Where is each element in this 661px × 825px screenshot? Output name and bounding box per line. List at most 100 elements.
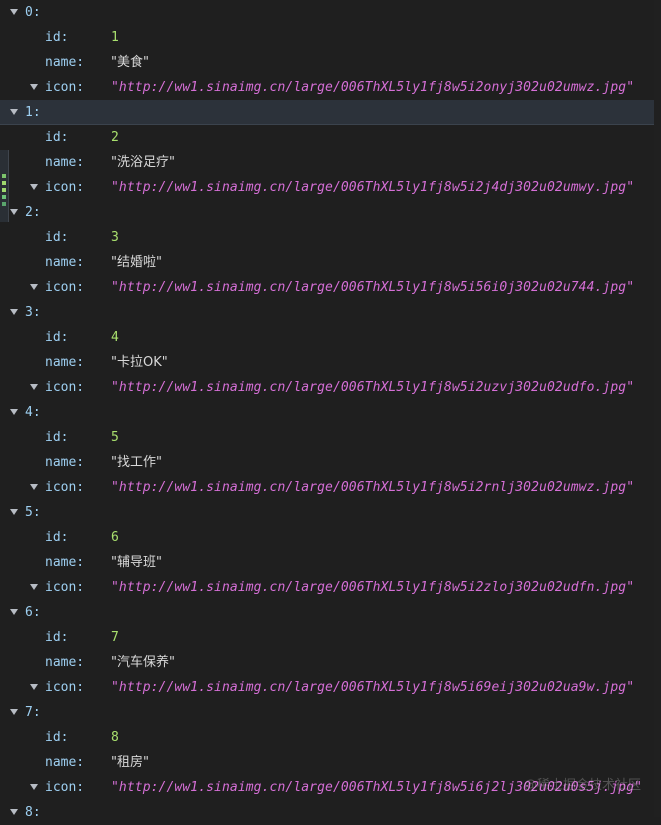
expand-triangle-icon[interactable] <box>30 84 38 90</box>
property-key-icon: icon: <box>45 180 85 195</box>
property-value-icon-url[interactable]: "http://ww1.sinaimg.cn/large/006ThXL5ly1… <box>111 375 634 400</box>
expand-triangle-icon[interactable] <box>10 809 18 815</box>
property-row-icon[interactable]: icon: "http://ww1.sinaimg.cn/large/006Th… <box>0 275 661 300</box>
property-value-icon-url[interactable]: "http://ww1.sinaimg.cn/large/006ThXL5ly1… <box>111 475 634 500</box>
property-value-id: 8 <box>111 730 119 745</box>
property-row-icon[interactable]: icon: "http://ww1.sinaimg.cn/large/006Th… <box>0 175 661 200</box>
property-value-id: 4 <box>111 330 119 345</box>
property-key-id: id: <box>45 430 69 445</box>
json-viewer: 0: id: 1 name: "美食" icon: "http://ww1.si… <box>0 0 661 820</box>
property-key-id: id: <box>45 730 69 745</box>
property-row-name: name: "租房" <box>0 750 661 775</box>
array-index: 4: <box>25 405 41 420</box>
expand-triangle-icon[interactable] <box>30 684 38 690</box>
property-row-name: name: "洗浴足疗" <box>0 150 661 175</box>
property-value-name: "卡拉OK" <box>111 355 168 370</box>
scrollbar-thumb[interactable] <box>654 0 661 817</box>
expand-triangle-icon[interactable] <box>10 309 18 315</box>
property-key-id: id: <box>45 230 69 245</box>
array-item-0-row[interactable]: 0: <box>0 0 661 25</box>
expand-triangle-icon[interactable] <box>10 609 18 615</box>
property-key-icon: icon: <box>45 280 85 295</box>
property-key-id: id: <box>45 530 69 545</box>
property-key-icon: icon: <box>45 680 85 695</box>
property-value-icon-url[interactable]: "http://ww1.sinaimg.cn/large/006ThXL5ly1… <box>111 75 634 100</box>
property-row-name: name: "卡拉OK" <box>0 350 661 375</box>
property-row-id: id: 3 <box>0 225 661 250</box>
property-value-icon-url[interactable]: "http://ww1.sinaimg.cn/large/006ThXL5ly1… <box>111 275 634 300</box>
array-index: 8: <box>25 805 41 820</box>
array-item-7-row[interactable]: 7: <box>0 700 661 725</box>
property-row-icon[interactable]: icon: "http://ww1.sinaimg.cn/large/006Th… <box>0 75 661 100</box>
property-key-icon: icon: <box>45 80 85 95</box>
property-key-name: name: <box>45 755 85 770</box>
array-index: 3: <box>25 305 41 320</box>
property-value-icon-url[interactable]: "http://ww1.sinaimg.cn/large/006ThXL5ly1… <box>111 575 634 600</box>
property-row-name: name: "美食" <box>0 50 661 75</box>
property-row-id: id: 5 <box>0 425 661 450</box>
array-item-6-row[interactable]: 6: <box>0 600 661 625</box>
property-row-icon[interactable]: icon: "http://ww1.sinaimg.cn/large/006Th… <box>0 475 661 500</box>
property-row-id: id: 4 <box>0 325 661 350</box>
expand-triangle-icon[interactable] <box>10 109 18 115</box>
array-item-8-row[interactable]: 8: <box>0 800 661 825</box>
property-row-id: id: 1 <box>0 25 661 50</box>
vertical-scrollbar[interactable] <box>654 0 661 817</box>
expand-triangle-icon[interactable] <box>10 9 18 15</box>
property-key-name: name: <box>45 55 85 70</box>
array-item-3-row[interactable]: 3: <box>0 300 661 325</box>
array-index: 2: <box>25 205 41 220</box>
property-key-name: name: <box>45 155 85 170</box>
expand-triangle-icon[interactable] <box>10 209 18 215</box>
property-value-name: "美食" <box>111 55 149 70</box>
property-row-id: id: 2 <box>0 125 661 150</box>
property-row-icon[interactable]: icon: "http://ww1.sinaimg.cn/large/006Th… <box>0 675 661 700</box>
array-index: 5: <box>25 505 41 520</box>
expand-triangle-icon[interactable] <box>30 484 38 490</box>
property-value-icon-url[interactable]: "http://ww1.sinaimg.cn/large/006ThXL5ly1… <box>111 775 642 800</box>
expand-triangle-icon[interactable] <box>30 184 38 190</box>
expand-triangle-icon[interactable] <box>10 409 18 415</box>
property-key-name: name: <box>45 355 85 370</box>
property-key-icon: icon: <box>45 780 85 795</box>
property-value-id: 6 <box>111 530 119 545</box>
property-key-id: id: <box>45 30 69 45</box>
array-index: 6: <box>25 605 41 620</box>
property-value-name: "汽车保养" <box>111 655 175 670</box>
property-row-name: name: "汽车保养" <box>0 650 661 675</box>
array-item-2-row[interactable]: 2: <box>0 200 661 225</box>
array-item-5-row[interactable]: 5: <box>0 500 661 525</box>
expand-triangle-icon[interactable] <box>30 284 38 290</box>
property-value-icon-url[interactable]: "http://ww1.sinaimg.cn/large/006ThXL5ly1… <box>111 675 634 700</box>
property-value-id: 5 <box>111 430 119 445</box>
property-row-name: name: "找工作" <box>0 450 661 475</box>
property-value-id: 3 <box>111 230 119 245</box>
property-row-icon[interactable]: icon: "http://ww1.sinaimg.cn/large/006Th… <box>0 375 661 400</box>
property-value-icon-url[interactable]: "http://ww1.sinaimg.cn/large/006ThXL5ly1… <box>111 175 634 200</box>
property-key-icon: icon: <box>45 580 85 595</box>
property-key-name: name: <box>45 455 85 470</box>
property-value-id: 2 <box>111 130 119 145</box>
property-key-id: id: <box>45 330 69 345</box>
property-key-name: name: <box>45 555 85 570</box>
property-value-name: "找工作" <box>111 455 162 470</box>
expand-triangle-icon[interactable] <box>10 509 18 515</box>
property-row-name: name: "辅导班" <box>0 550 661 575</box>
property-value-name: "洗浴足疗" <box>111 155 175 170</box>
array-item-1-row[interactable]: 1: <box>0 100 661 125</box>
array-index: 1: <box>25 105 41 120</box>
property-key-name: name: <box>45 255 85 270</box>
property-row-id: id: 7 <box>0 625 661 650</box>
expand-triangle-icon[interactable] <box>30 584 38 590</box>
property-key-name: name: <box>45 655 85 670</box>
property-row-icon[interactable]: icon: "http://ww1.sinaimg.cn/large/006Th… <box>0 575 661 600</box>
property-value-id: 1 <box>111 30 119 45</box>
property-value-name: "结婚啦" <box>111 255 162 270</box>
property-row-icon[interactable]: icon: "http://ww1.sinaimg.cn/large/006Th… <box>0 775 661 800</box>
property-row-id: id: 6 <box>0 525 661 550</box>
expand-triangle-icon[interactable] <box>10 709 18 715</box>
expand-triangle-icon[interactable] <box>30 384 38 390</box>
property-key-id: id: <box>45 630 69 645</box>
array-item-4-row[interactable]: 4: <box>0 400 661 425</box>
expand-triangle-icon[interactable] <box>30 784 38 790</box>
